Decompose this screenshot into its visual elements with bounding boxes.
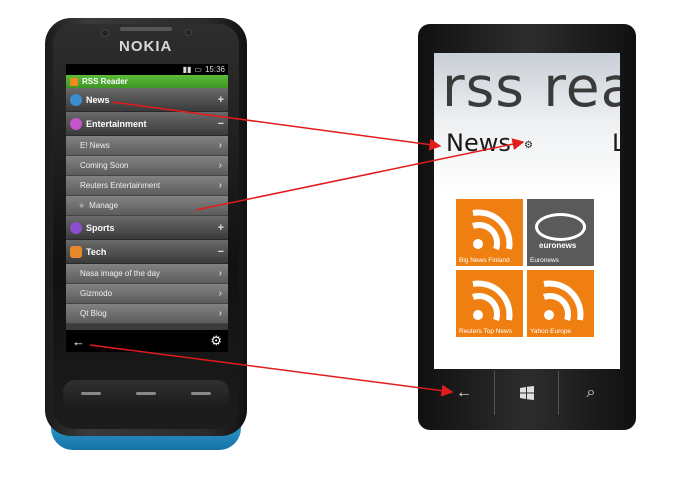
feed-label: E! News xyxy=(80,141,110,150)
feed-item[interactable]: E! News › xyxy=(66,136,228,156)
category-entertainment[interactable]: Entertainment − xyxy=(66,112,228,136)
category-sports[interactable]: Sports + xyxy=(66,216,228,240)
tech-icon xyxy=(70,245,82,258)
pivot-header-news[interactable]: News xyxy=(446,129,511,157)
chevron-right-icon: › xyxy=(218,308,222,319)
feed-label: Reuters Entertainment xyxy=(80,181,161,190)
music-icon xyxy=(70,117,82,130)
expand-icon: + xyxy=(217,221,224,234)
windows-logo-icon xyxy=(520,386,534,400)
category-label: Tech xyxy=(86,246,107,257)
feed-label: Gizmodo xyxy=(80,289,113,298)
expand-icon: + xyxy=(217,93,224,106)
tile-label: Yahoo Europe xyxy=(530,328,572,335)
manage-label: Manage xyxy=(89,201,119,210)
nokia-toolbar: ← ⚙ xyxy=(66,330,228,352)
end-key[interactable] xyxy=(191,392,211,395)
category-news[interactable]: News + xyxy=(66,88,228,112)
search-icon[interactable]: ⌕ xyxy=(555,369,627,417)
status-bar: ▮▮ ▭ 15:36 xyxy=(66,64,228,75)
tile-label: Big News Finland xyxy=(459,257,510,264)
rss-icon xyxy=(471,209,513,251)
app-title-bar: RSS Reader xyxy=(66,75,228,88)
gear-icon[interactable]: ⚙ xyxy=(524,140,533,151)
sensor-icon xyxy=(185,29,192,36)
feed-item[interactable]: Nasa image of the day › xyxy=(66,264,228,284)
collapse-icon: − xyxy=(217,117,224,130)
feed-item[interactable]: Gizmodo › xyxy=(66,284,228,304)
battery-icon: ▭ xyxy=(194,65,202,74)
chevron-right-icon: › xyxy=(218,140,222,151)
wp-hardware-bar: ← ⌕ xyxy=(418,369,636,420)
rss-icon xyxy=(542,280,584,322)
wp-screen: rss rea News ⚙ L Big News Finland eurone… xyxy=(434,53,620,369)
nokia-logo: NOKIA xyxy=(119,38,173,55)
category-label: Sports xyxy=(86,222,115,233)
euronews-logo xyxy=(535,213,586,241)
pivot-header-next[interactable]: L xyxy=(612,129,620,157)
feed-item[interactable]: Reuters Entertainment › xyxy=(66,176,228,196)
back-arrow-icon[interactable]: ← xyxy=(428,369,500,417)
collapse-icon: − xyxy=(217,245,224,258)
star-icon: ★ xyxy=(78,201,86,210)
category-label: News xyxy=(86,94,110,105)
chevron-right-icon: › xyxy=(218,180,222,191)
feed-label: Qt Blog xyxy=(80,309,107,318)
windows-phone: rss rea News ⚙ L Big News Finland eurone… xyxy=(418,24,636,430)
gear-icon[interactable]: ⚙ xyxy=(210,333,222,349)
rss-icon xyxy=(471,280,513,322)
windows-start-icon[interactable] xyxy=(491,369,563,417)
nokia-phone: NOKIA ▮▮ ▭ 15:36 RSS Reader News + Enter… xyxy=(45,18,247,450)
feed-item[interactable]: Qt Blog › xyxy=(66,304,228,324)
tile-euronews[interactable]: euronews Euronews xyxy=(527,199,594,266)
feed-label: Nasa image of the day xyxy=(80,269,161,278)
nokia-hardware-keys xyxy=(63,380,229,410)
nokia-screen: ▮▮ ▭ 15:36 RSS Reader News + Entertainme… xyxy=(66,64,228,352)
app-title: RSS Reader xyxy=(82,77,128,86)
category-label: Entertainment xyxy=(86,118,147,129)
status-time: 15:36 xyxy=(204,65,225,74)
camera-icon xyxy=(101,29,109,37)
menu-key[interactable] xyxy=(136,392,156,395)
call-key[interactable] xyxy=(81,392,101,395)
rss-icon xyxy=(70,77,78,86)
feed-label: Coming Soon xyxy=(80,161,129,170)
tile-label: Reuters Top News xyxy=(459,328,512,335)
sports-icon xyxy=(70,221,82,234)
tile-label: Euronews xyxy=(530,257,559,264)
tile-big-news-finland[interactable]: Big News Finland xyxy=(456,199,523,266)
category-tech[interactable]: Tech − xyxy=(66,240,228,264)
tile-yahoo-europe[interactable]: Yahoo Europe xyxy=(527,270,594,337)
chevron-right-icon: › xyxy=(218,288,222,299)
chevron-right-icon: › xyxy=(218,268,222,279)
nokia-speaker xyxy=(120,27,172,31)
signal-icon: ▮▮ xyxy=(182,65,192,74)
euronews-logo-text: euronews xyxy=(539,241,577,250)
globe-icon xyxy=(70,93,82,106)
manage-item[interactable]: ★ Manage xyxy=(66,196,228,216)
tile-reuters-top-news[interactable]: Reuters Top News xyxy=(456,270,523,337)
chevron-right-icon: › xyxy=(218,160,222,171)
feed-item[interactable]: Coming Soon › xyxy=(66,156,228,176)
panorama-title: rss rea xyxy=(442,55,620,119)
back-arrow-icon[interactable]: ← xyxy=(72,334,85,349)
